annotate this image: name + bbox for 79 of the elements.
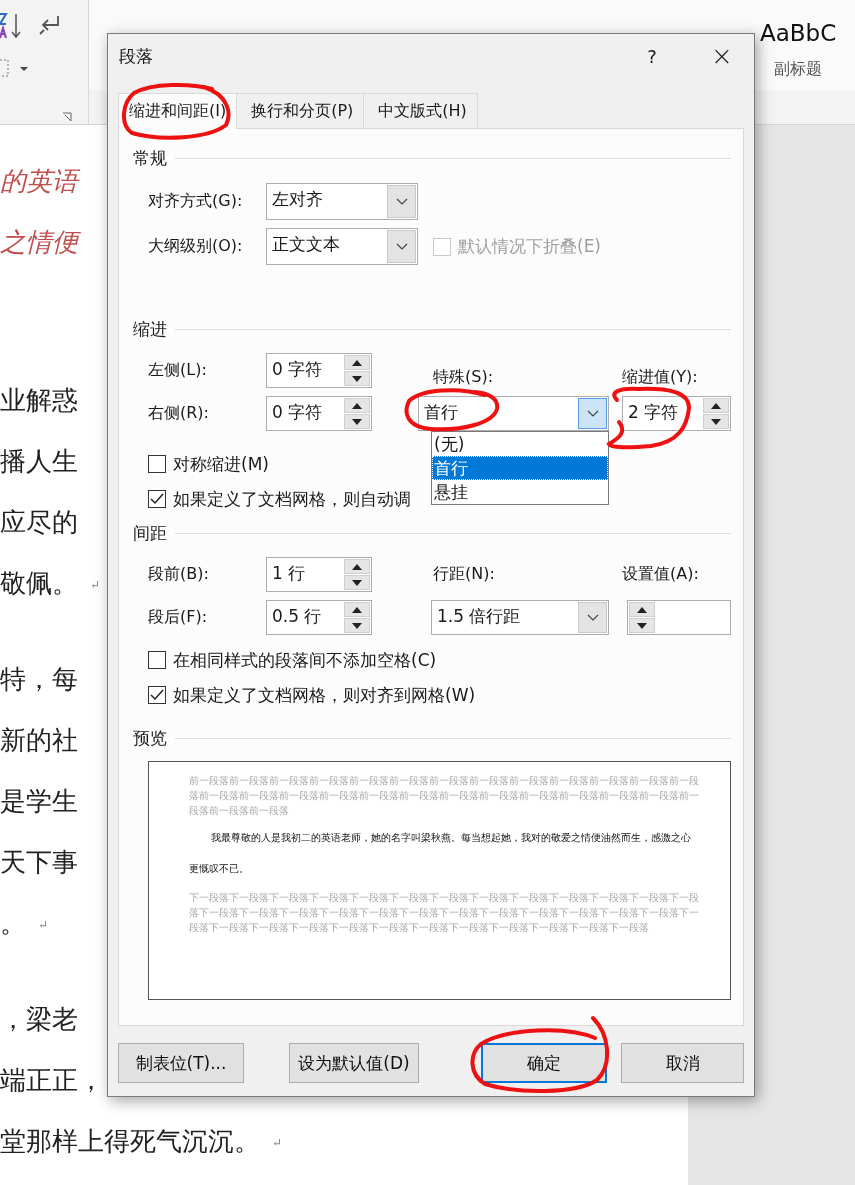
dialog-button[interactable]: 制表位(T)... bbox=[118, 1043, 244, 1083]
dropdown-option[interactable]: 首行 bbox=[432, 456, 608, 480]
field-label: 右侧(R): bbox=[148, 403, 210, 424]
document-text: 堂那样上得死气沉沉。 bbox=[0, 1126, 260, 1156]
field-label: 缩进值(Y): bbox=[622, 367, 698, 386]
spin-down-icon[interactable] bbox=[344, 414, 370, 429]
document-text: 端正正， bbox=[0, 1065, 104, 1095]
checkbox[interactable] bbox=[148, 455, 166, 473]
dialog-button[interactable]: 取消 bbox=[621, 1043, 744, 1083]
spin-field[interactable] bbox=[627, 600, 731, 635]
spin-field[interactable]: 1 行 bbox=[266, 557, 372, 592]
style-label: 副标题 bbox=[774, 59, 822, 80]
field-label: 大纲级别(O): bbox=[148, 236, 244, 257]
spin-down-icon[interactable] bbox=[703, 414, 729, 429]
dropdown-option[interactable]: (无) bbox=[432, 432, 608, 456]
document-text: ，梁老 bbox=[0, 1004, 78, 1034]
spin-field[interactable]: 0.5 行 bbox=[266, 600, 372, 635]
dropdown[interactable]: 正文文本 bbox=[266, 228, 418, 265]
spin-down-icon[interactable] bbox=[344, 371, 370, 386]
document-text: 。 bbox=[0, 908, 26, 938]
checkbox[interactable] bbox=[148, 686, 166, 704]
close-button[interactable]: × bbox=[708, 41, 736, 71]
spin-field[interactable]: 0 字符 bbox=[266, 353, 372, 388]
section-heading: 常规 bbox=[133, 146, 167, 170]
style-sample: AaBbC bbox=[760, 22, 837, 45]
paragraph-mark: ↵ bbox=[38, 917, 49, 932]
document-text: 播人生 bbox=[0, 446, 78, 476]
preview-text: 我最尊敬的人是我初二的英语老师，她的名字叫梁秋燕。每当想起她，我对的敬爱之情便油然而生，感激之心更慨叹不已。 bbox=[189, 831, 692, 876]
checkbox[interactable] bbox=[148, 651, 166, 669]
paragraph-mark: ↵ bbox=[272, 1135, 283, 1150]
checkbox-label: 默认情况下折叠(E) bbox=[458, 235, 601, 258]
field-label: 左侧(L): bbox=[148, 360, 208, 381]
tab[interactable]: 缩进和间距(I) bbox=[118, 93, 238, 129]
spin-up-icon[interactable] bbox=[344, 355, 370, 370]
dropdown[interactable]: 1.5 倍行距 bbox=[431, 600, 609, 635]
section-heading: 间距 bbox=[133, 521, 167, 545]
document-text: 天下事 bbox=[0, 847, 78, 877]
spin-up-icon[interactable] bbox=[344, 398, 370, 413]
spin-field[interactable]: 2 字符 bbox=[622, 396, 731, 431]
document-text: 是学生 bbox=[0, 786, 78, 816]
field-label: 设置值(A): bbox=[622, 564, 699, 583]
document-text: 的英语 bbox=[0, 166, 78, 196]
section-heading: 缩进 bbox=[133, 317, 167, 341]
document-text: 特，每 bbox=[0, 664, 78, 694]
document-text: 业解惑 bbox=[0, 385, 78, 415]
document-text: 敬佩。 bbox=[0, 568, 78, 598]
paragraph-mark: ↵ bbox=[90, 577, 101, 592]
field-label: 行距(N): bbox=[433, 564, 495, 583]
style-gallery-item[interactable]: AaBbC 副标题 bbox=[752, 4, 855, 86]
dropdown[interactable]: 左对齐 bbox=[266, 183, 418, 220]
checkbox-label: 如果定义了文档网格，则自动调 bbox=[173, 487, 411, 511]
checkbox-label: 对称缩进(M) bbox=[173, 452, 269, 476]
spin-up-icon[interactable] bbox=[703, 398, 729, 413]
spin-up-icon[interactable] bbox=[629, 602, 655, 617]
section-heading: 预览 bbox=[133, 726, 167, 750]
tab[interactable]: 中文版式(H) bbox=[363, 93, 478, 128]
document-text: 新的社 bbox=[0, 725, 78, 755]
spin-up-icon[interactable] bbox=[344, 559, 370, 574]
dropdown-option[interactable]: 悬挂 bbox=[432, 480, 608, 504]
help-button[interactable]: ? bbox=[638, 45, 666, 67]
dialog-launcher-icon[interactable] bbox=[62, 112, 72, 122]
dialog-button[interactable]: 确定 bbox=[481, 1043, 607, 1083]
dialog-title: 段落 bbox=[119, 44, 154, 68]
dialog-button[interactable]: 设为默认值(D) bbox=[289, 1043, 419, 1083]
field-label: 段后(F): bbox=[148, 607, 209, 628]
document-text: 应尽的 bbox=[0, 507, 78, 537]
checkbox[interactable] bbox=[148, 490, 166, 508]
field-label: 段前(B): bbox=[148, 564, 210, 585]
spin-up-icon[interactable] bbox=[344, 602, 370, 617]
spin-down-icon[interactable] bbox=[344, 618, 370, 633]
checkbox-label: 在相同样式的段落间不添加空格(C) bbox=[173, 648, 437, 672]
spin-down-icon[interactable] bbox=[344, 575, 370, 590]
checkbox-label: 如果定义了文档网格，则对齐到网格(W) bbox=[173, 683, 476, 707]
spin-down-icon[interactable] bbox=[629, 618, 655, 633]
spin-field[interactable]: 0 字符 bbox=[266, 396, 372, 431]
dropdown[interactable]: 首行 bbox=[418, 396, 609, 431]
field-label: 特殊(S): bbox=[433, 367, 494, 386]
paragraph-mark-icon[interactable] bbox=[38, 14, 62, 36]
field-label: 对齐方式(G): bbox=[148, 191, 244, 212]
